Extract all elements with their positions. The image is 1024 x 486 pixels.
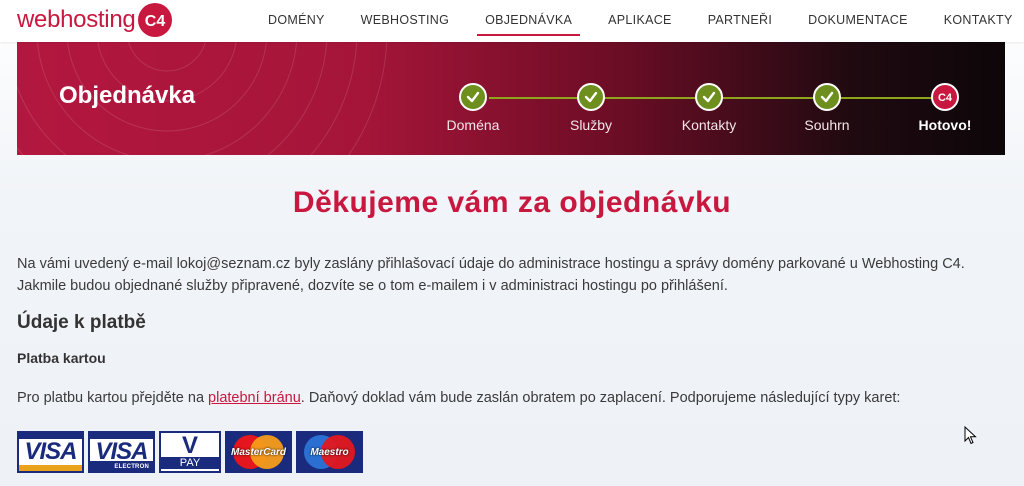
- pay-text-after: . Daňový doklad vám bude zaslán obratem …: [300, 390, 901, 406]
- payment-gateway-link[interactable]: platební bránu: [208, 390, 301, 406]
- mastercard-label: MasterCard: [230, 446, 287, 458]
- top-navigation-bar: webhosting C4 DOMÉNY WEBHOSTING OBJEDNÁV…: [0, 0, 1024, 42]
- logo-text: webhosting: [17, 6, 136, 33]
- pay-text-before: Pro platbu kartou přejděte na: [17, 390, 209, 406]
- vpay-v: V: [181, 432, 198, 459]
- step-label: Hotovo!: [918, 117, 972, 133]
- visa-electron-sub: ELECTRON: [114, 464, 149, 470]
- main-nav: DOMÉNY WEBHOSTING OBJEDNÁVKA APLIKACE PA…: [250, 0, 1024, 40]
- order-banner: Objednávka Doména Služby Kontakty Souhrn…: [17, 41, 1005, 155]
- visa-label: VISA: [24, 438, 77, 465]
- nav-item-dokumentace[interactable]: DOKUMENTACE: [800, 10, 916, 30]
- step-kontakty: Kontakty: [649, 83, 769, 133]
- maestro-card-icon: Maestro: [296, 431, 363, 473]
- page-title: Objednávka: [59, 82, 196, 109]
- mastercard-card-icon: MasterCard: [225, 431, 292, 473]
- visa-card-icon: VISA: [17, 431, 84, 473]
- thank-you-heading: Děkujeme vám za objednávku: [292, 186, 732, 219]
- nav-item-kontakty[interactable]: KONTAKTY: [936, 10, 1021, 30]
- c4-badge-icon: C4: [137, 2, 173, 38]
- nav-item-webhosting[interactable]: WEBHOSTING: [353, 10, 457, 30]
- nav-item-domeny[interactable]: DOMÉNY: [260, 10, 333, 30]
- step-sluzby: Služby: [531, 83, 651, 133]
- webhosting-c4-logo[interactable]: webhosting C4: [17, 2, 173, 38]
- c4-icon: C4: [931, 83, 959, 111]
- step-domena: Doména: [413, 83, 533, 133]
- visa-electron-card-icon: VISA ELECTRON: [88, 431, 155, 473]
- confirmation-text: Na vámi uvedený e-mail lokoj@seznam.cz b…: [17, 253, 1017, 297]
- c4-icon-text: C4: [938, 92, 953, 104]
- payment-heading: Údaje k platbě: [17, 312, 146, 333]
- step-label: Kontakty: [681, 117, 737, 133]
- check-icon: [813, 83, 841, 111]
- card-payment-heading: Platba kartou: [17, 350, 106, 366]
- step-souhrn: Souhrn: [767, 83, 887, 133]
- badge-text: C4: [145, 13, 166, 30]
- step-hotovo: C4 Hotovo!: [885, 83, 1005, 133]
- check-icon: [459, 83, 487, 111]
- vpay-pay: PAY: [161, 457, 219, 469]
- step-label: Služby: [569, 117, 613, 133]
- check-icon: [577, 83, 605, 111]
- nav-item-objednavka[interactable]: OBJEDNÁVKA: [477, 10, 581, 36]
- nav-item-partneri[interactable]: PARTNEŘI: [700, 10, 780, 30]
- vpay-card-icon: V PAY: [159, 431, 221, 473]
- step-label: Doména: [446, 117, 500, 133]
- maestro-label: Maestro: [310, 446, 349, 458]
- confirmation-line-2: Jakmile budou objednané služby připraven…: [17, 278, 728, 294]
- confirmation-line-1: Na vámi uvedený e-mail lokoj@seznam.cz b…: [17, 256, 965, 272]
- nav-item-aplikace[interactable]: APLIKACE: [600, 10, 680, 30]
- card-payment-text: Pro platbu kartou přejděte na platební b…: [17, 388, 1017, 408]
- mouse-cursor-icon: [964, 426, 977, 445]
- step-label: Souhrn: [804, 117, 850, 133]
- check-icon: [695, 83, 723, 111]
- supported-cards: VISA VISA ELECTRON V PAY MasterCard Maes…: [17, 431, 363, 473]
